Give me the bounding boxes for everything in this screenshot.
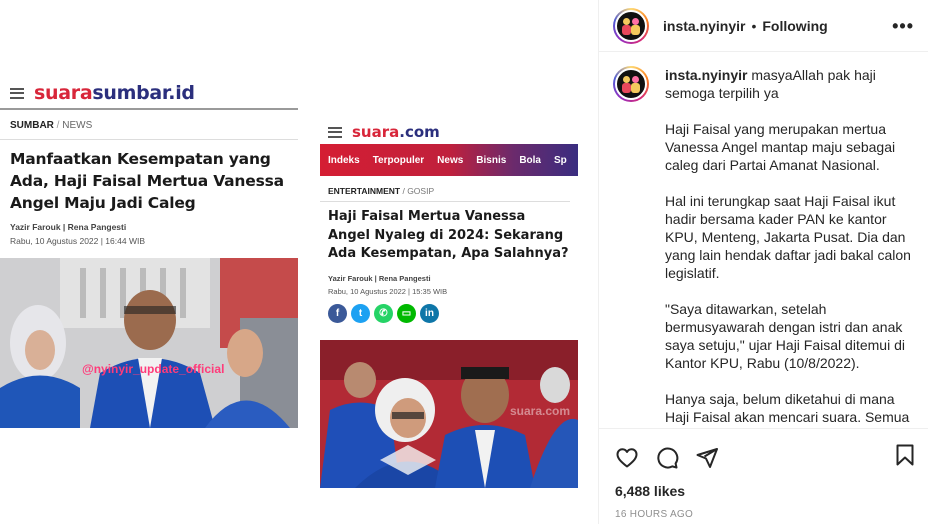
article-author: Yazir Farouk | Rena Pangesti (10, 222, 127, 232)
caption-area[interactable]: insta.nyinyir masyaAllah pak haji semoga… (599, 52, 928, 428)
line-icon: ▭ (397, 303, 416, 323)
article-title: Haji Faisal Mertua Vanessa Angel Nyaleg … (328, 209, 569, 261)
bookmark-icon[interactable] (893, 443, 917, 467)
menu-icon (10, 87, 24, 99)
nav-item: Sp (553, 154, 567, 166)
caption-paragraph: "Saya ditawarkan, setelah bermusyawarah … (665, 301, 905, 371)
nav-item: News (437, 154, 464, 166)
nav-item: Bola (519, 154, 541, 166)
nav-item: Bisnis (476, 154, 507, 166)
watermark-text: @nyinyir_update_official (82, 362, 224, 376)
whatsapp-icon: ✆ (374, 303, 393, 323)
nav-item: Indeks (328, 154, 360, 166)
article-author: Yazir Farouk | Rena Pangesti (328, 273, 431, 283)
breadcrumb: ENTERTAINMENT / GOSIP (320, 176, 570, 202)
post-timestamp[interactable]: 16 HOURS AGO (599, 499, 928, 520)
menu-icon (328, 126, 342, 138)
avatar-figure-icon (621, 17, 641, 35)
post-actions: 6,488 likes 16 HOURS AGO (599, 428, 928, 524)
suaracom-logo: suara.com (352, 123, 440, 141)
avatar-figure-icon (621, 75, 641, 93)
caption-username[interactable]: insta.nyinyir (665, 67, 747, 83)
like-count[interactable]: 6,488 likes (599, 475, 928, 499)
header-username[interactable]: insta.nyinyir (663, 18, 745, 34)
nav-item: Terpopuler (372, 154, 425, 166)
separator-dot: • (751, 17, 757, 34)
article-date: Rabu, 10 Agustus 2022 | 16:44 WIB (10, 236, 145, 246)
caption-paragraph: Haji Faisal yang merupakan mertua Vaness… (665, 121, 896, 173)
article-photo: suara.com (320, 340, 578, 488)
post-panel: insta.nyinyir • Following ••• insta.nyin… (598, 0, 928, 524)
category-nav: Indeks Terpopuler News Bisnis Bola Sp (320, 144, 578, 176)
twitter-icon: t (351, 303, 370, 323)
breadcrumb: SUMBAR / NEWS (0, 110, 298, 140)
article-date: Rabu, 10 Agustus 2022 | 15:35 WIB (328, 286, 448, 296)
suarasumbar-logo: suarasumbar.id (34, 82, 195, 104)
suarasumbar-screenshot: suarasumbar.id SUMBAR / NEWS Manfaatkan … (0, 78, 298, 428)
comment-icon[interactable] (655, 446, 679, 470)
heart-icon[interactable] (615, 446, 639, 470)
suaracom-header: suara.com (320, 120, 578, 144)
following-button[interactable]: Following (762, 18, 827, 34)
avatar[interactable] (613, 7, 649, 44)
caption-text: insta.nyinyir masyaAllah pak haji semoga… (665, 66, 913, 428)
avatar[interactable] (613, 66, 649, 102)
more-options-icon[interactable]: ••• (892, 17, 914, 35)
suaracom-screenshot: suara.com Indeks Terpopuler News Bisnis … (320, 120, 578, 488)
post-media[interactable]: suarasumbar.id SUMBAR / NEWS Manfaatkan … (0, 0, 598, 524)
share-buttons: f t ✆ ▭ in (320, 296, 578, 323)
linkedin-icon: in (420, 303, 439, 323)
share-icon[interactable] (695, 446, 719, 470)
caption-paragraph: Hanya saja, belum diketahui di mana Haji… (665, 391, 910, 425)
article-title: Manfaatkan Kesempatan yang Ada, Haji Fai… (10, 150, 284, 212)
watermark-text: suara.com (510, 404, 570, 418)
article-photo: @nyinyir_update_official (0, 258, 298, 428)
caption-comment: insta.nyinyir masyaAllah pak haji semoga… (613, 66, 915, 428)
caption-paragraph: Hal ini terungkap saat Haji Faisal ikut … (665, 193, 911, 281)
suarasumbar-header: suarasumbar.id (0, 78, 298, 110)
facebook-icon: f (328, 303, 347, 323)
post-header: insta.nyinyir • Following ••• (599, 0, 928, 52)
